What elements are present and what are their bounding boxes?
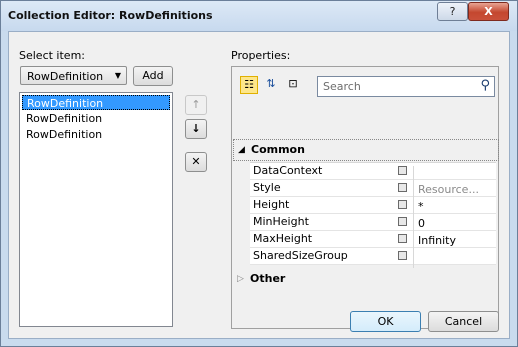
- cancel-button[interactable]: Cancel: [428, 311, 499, 332]
- select-item-label: Select item:: [19, 49, 85, 62]
- show-events-icon[interactable]: ⊡: [284, 76, 302, 94]
- item-type-value: RowDefinition: [27, 70, 104, 83]
- property-name: Style: [253, 181, 281, 194]
- search-placeholder: Search: [323, 80, 361, 93]
- dialog-client-area: Select item: RowDefinition ▼ Add RowDefi…: [8, 31, 510, 339]
- remove-item-button[interactable]: ✕: [185, 152, 207, 172]
- add-button[interactable]: Add: [133, 66, 173, 86]
- categorized-view-icon[interactable]: ☷: [240, 76, 258, 94]
- item-type-combobox[interactable]: RowDefinition ▼: [20, 66, 127, 85]
- title-bar[interactable]: Collection Editor: RowDefinitions ? X: [1, 1, 517, 31]
- advanced-options-icon[interactable]: [398, 234, 407, 243]
- close-button[interactable]: X: [468, 2, 509, 21]
- property-name: SharedSizeGroup: [253, 249, 348, 262]
- property-row-height[interactable]: Height *: [250, 197, 496, 217]
- advanced-options-icon[interactable]: [398, 166, 407, 175]
- advanced-options-icon[interactable]: [398, 183, 407, 192]
- move-up-button[interactable]: ↑: [185, 95, 207, 115]
- advanced-options-icon[interactable]: [398, 200, 407, 209]
- collapse-arrow-icon: ◢: [238, 145, 245, 155]
- advanced-options-icon[interactable]: [398, 217, 407, 226]
- list-item-rowdefinition-2[interactable]: RowDefinition: [22, 111, 170, 126]
- property-row-style[interactable]: Style Resource...: [250, 180, 496, 200]
- property-name: MaxHeight: [253, 232, 313, 245]
- item-list[interactable]: RowDefinition RowDefinition RowDefinitio…: [19, 92, 173, 327]
- property-row-maxheight[interactable]: MaxHeight Infinity: [250, 231, 496, 251]
- expand-arrow-icon: ▷: [237, 274, 244, 284]
- category-other[interactable]: ▷ Other: [233, 269, 497, 289]
- ok-button[interactable]: OK: [350, 311, 421, 332]
- move-down-button[interactable]: ↓: [185, 119, 207, 139]
- property-name: MinHeight: [253, 215, 309, 228]
- category-common[interactable]: ◢ Common: [233, 139, 499, 161]
- category-other-label: Other: [250, 272, 286, 285]
- property-row-minheight[interactable]: MinHeight 0: [250, 214, 496, 234]
- advanced-options-icon[interactable]: [398, 251, 407, 260]
- property-name: Height: [253, 198, 290, 211]
- sort-alphabetical-icon[interactable]: ⇅: [262, 76, 280, 94]
- list-item-rowdefinition-1[interactable]: RowDefinition: [22, 95, 170, 110]
- chevron-down-icon: ▼: [114, 71, 121, 80]
- window-title: Collection Editor: RowDefinitions: [8, 9, 213, 22]
- property-grid: ☷ ⇅ ⊡ Search ⚲ ◢ Common DataContext Styl…: [231, 66, 499, 329]
- collection-editor-window: Collection Editor: RowDefinitions ? X Se…: [0, 0, 518, 347]
- common-properties-table: DataContext Style Resource... Height * M…: [250, 162, 496, 268]
- search-box[interactable]: Search ⚲: [317, 76, 495, 97]
- property-row-sharedsizegroup[interactable]: SharedSizeGroup: [250, 248, 496, 268]
- property-name: DataContext: [253, 164, 323, 177]
- property-row-datacontext[interactable]: DataContext: [250, 163, 496, 183]
- category-common-label: Common: [251, 143, 305, 156]
- search-icon[interactable]: ⚲: [480, 78, 490, 93]
- list-item-rowdefinition-3[interactable]: RowDefinition: [22, 127, 170, 142]
- property-value[interactable]: [413, 251, 496, 268]
- help-button[interactable]: ?: [437, 2, 468, 21]
- properties-label: Properties:: [231, 49, 291, 62]
